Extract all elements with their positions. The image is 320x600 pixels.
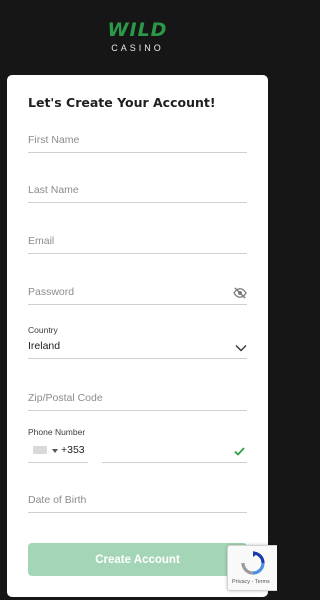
zip-field[interactable]: Zip/Postal Code xyxy=(28,389,247,411)
recaptcha-icon xyxy=(241,551,265,575)
last-name-placeholder: Last Name xyxy=(28,184,79,196)
country-select[interactable]: Ireland xyxy=(28,337,247,359)
first-name-field[interactable]: First Name xyxy=(28,131,247,153)
country-label: Country xyxy=(28,325,58,335)
email-placeholder: Email xyxy=(28,235,55,247)
top-header: WILD CASINO xyxy=(0,0,275,75)
country-code-select[interactable]: +353 xyxy=(28,441,88,463)
phone-label: Phone Number xyxy=(28,427,86,437)
country-value: Ireland xyxy=(28,340,61,352)
recaptcha-badge[interactable]: Privacy - Terms xyxy=(227,545,277,591)
password-field[interactable]: Password xyxy=(28,283,247,305)
last-name-field[interactable]: Last Name xyxy=(28,181,247,203)
flag-icon xyxy=(33,446,47,454)
eye-slash-icon[interactable] xyxy=(233,287,247,299)
logo-wild: WILD xyxy=(107,19,168,41)
first-name-placeholder: First Name xyxy=(28,134,80,146)
dob-placeholder: Date of Birth xyxy=(28,494,87,506)
date-of-birth-field[interactable]: Date of Birth xyxy=(28,491,247,513)
chevron-down-icon xyxy=(235,345,247,352)
phone-number-input[interactable] xyxy=(102,441,247,463)
caret-down-icon xyxy=(52,449,58,453)
signup-card: Let's Create Your Account! First Name La… xyxy=(7,75,268,597)
logo-casino: CASINO xyxy=(111,43,164,53)
brand-logo[interactable]: WILD CASINO xyxy=(0,20,275,54)
recaptcha-links[interactable]: Privacy - Terms xyxy=(232,579,270,585)
zip-placeholder: Zip/Postal Code xyxy=(28,392,103,404)
check-icon xyxy=(234,447,245,456)
email-field[interactable]: Email xyxy=(28,232,247,254)
form-title: Let's Create Your Account! xyxy=(28,95,216,110)
dial-code: +353 xyxy=(61,444,85,456)
create-account-button[interactable]: Create Account xyxy=(28,543,247,576)
password-placeholder: Password xyxy=(28,286,75,298)
